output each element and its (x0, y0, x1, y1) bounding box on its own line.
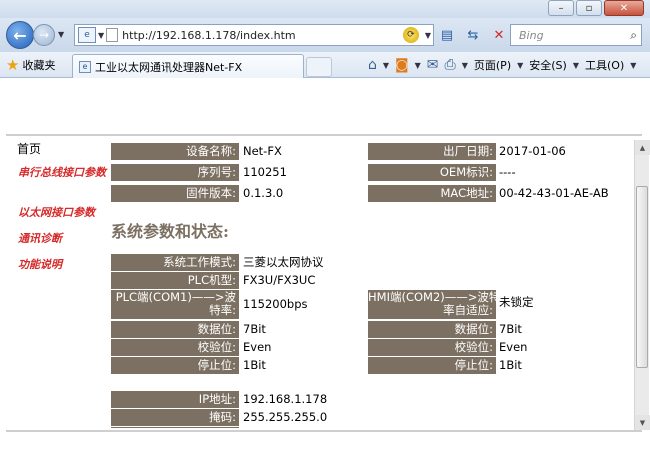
stopbits-label-com2: 停止位: (368, 357, 496, 374)
refresh-icon[interactable]: ⇆ (464, 26, 482, 44)
parity-label-com1: 校验位: (111, 339, 239, 356)
ip-value: 192.168.1.178 (243, 392, 328, 406)
safety-dropdown-icon[interactable]: ▼ (573, 61, 579, 70)
forward-arrow-icon[interactable]: → (33, 24, 55, 46)
url-text[interactable]: http://192.168.1.178/index.htm (122, 29, 403, 42)
rss-dropdown-icon[interactable]: ▼ (415, 61, 421, 70)
search-box[interactable]: Bing ⌕ (510, 24, 642, 46)
scroll-thumb[interactable] (636, 186, 648, 368)
mail-icon[interactable]: ✉ (427, 57, 439, 73)
mask-value: 255.255.255.0 (243, 410, 328, 424)
databits-label-com2: 数据位: (368, 321, 496, 338)
serial-label: 序列号: (111, 164, 239, 181)
tab-site-icon: e (79, 60, 91, 73)
scroll-down-icon[interactable]: ▼ (635, 415, 650, 430)
command-bar: ⌂ ▼ ◙ ▼ ✉ ⎙ ▼ 页面(P) ▼ 安全(S) ▼ 工具(O) ▼ (368, 57, 636, 73)
print-icon[interactable]: ⎙ (445, 57, 456, 73)
device-name-value: Net-FX (243, 144, 282, 158)
browser-tab[interactable]: e 工业以太网通讯处理器Net-FX (72, 54, 304, 78)
firmware-value: 0.1.3.0 (243, 186, 284, 200)
sidebar-home[interactable]: 首页 (17, 140, 41, 157)
page-dropdown-icon[interactable]: ▼ (517, 61, 523, 70)
stop-icon[interactable]: ✕ (490, 26, 508, 44)
search-input[interactable]: Bing (519, 29, 630, 42)
parity-value-com2: Even (499, 340, 528, 354)
status-section-title: 系统参数和状态: (111, 222, 229, 241)
nav-icon-group: ▤ ⇆ ✕ (438, 26, 508, 44)
navigation-bar: ← → ▼ e ▼ http://192.168.1.178/index.htm… (0, 18, 650, 52)
favorites-label: 收藏夹 (22, 59, 56, 72)
plc-model-value: FX3U/FX3UC (243, 273, 316, 287)
work-mode-label: 系统工作模式: (111, 254, 239, 271)
sidebar-item-serial-params[interactable]: 串行总线接口参数 (18, 166, 108, 179)
minimize-button[interactable]: – (548, 0, 574, 16)
stopbits-label-com1: 停止位: (111, 357, 239, 374)
oem-value: ---- (499, 165, 516, 179)
page-icon (106, 28, 119, 42)
device-name-label: 设备名称: (111, 143, 239, 160)
firmware-label: 固件版本: (111, 185, 239, 202)
serial-value: 110251 (243, 165, 287, 179)
com1-baud-label: PLC端(COM1)——>波 特率: (111, 290, 239, 319)
star-icon: ★ (6, 56, 20, 74)
body-frame: 首页 串行总线接口参数 以太网接口参数 通讯诊断 功能说明 设备名称: Net-… (6, 138, 632, 428)
menu-safety[interactable]: 安全(S) (529, 57, 567, 73)
new-tab-button[interactable] (306, 57, 332, 77)
sidebar-item-function-desc[interactable]: 功能说明 (18, 258, 62, 271)
ip-label: IP地址: (111, 391, 239, 408)
window-titlebar: – ▫ ✕ (0, 0, 650, 18)
url-dropdown-icon[interactable]: ▼ (425, 31, 431, 40)
history-dropdown-icon[interactable]: ▼ (58, 30, 64, 39)
mac-label: MAC地址: (368, 185, 496, 202)
favorites-button[interactable]: ★ 收藏夹 (6, 56, 55, 74)
work-mode-value: 三菱以太网协议 (243, 255, 324, 269)
stopbits-value-com1: 1Bit (243, 358, 266, 372)
parity-value-com1: Even (243, 340, 272, 354)
menu-tools[interactable]: 工具(O) (585, 57, 624, 73)
factory-date-label: 出厂日期: (368, 143, 496, 160)
parity-label-com2: 校验位: (368, 339, 496, 356)
address-dropdown-icon[interactable]: ▼ (98, 31, 104, 40)
search-icon[interactable]: ⌕ (630, 28, 637, 43)
maximize-button[interactable]: ▫ (576, 0, 602, 16)
oem-label: OEM标识: (368, 164, 496, 181)
scroll-up-icon[interactable]: ▲ (635, 140, 650, 155)
tools-dropdown-icon[interactable]: ▼ (630, 61, 636, 70)
menu-page[interactable]: 页面(P) (474, 57, 511, 73)
close-button[interactable]: ✕ (604, 0, 644, 16)
address-bar[interactable]: e ▼ http://192.168.1.178/index.htm ⟳ ▼ (74, 24, 434, 46)
top-frame (6, 78, 642, 136)
page-content: 首页 串行总线接口参数 以太网接口参数 通讯诊断 功能说明 设备名称: Net-… (0, 78, 650, 451)
mac-value: 00-42-43-01-AE-AB (499, 186, 609, 200)
com1-baud-value: 115200bps (243, 297, 308, 311)
databits-label-com1: 数据位: (111, 321, 239, 338)
mask-label: 掩码: (111, 409, 239, 426)
sidebar-item-diagnostics[interactable]: 通讯诊断 (18, 232, 62, 245)
databits-value-com2: 7Bit (499, 322, 522, 336)
sidebar-item-ethernet-params[interactable]: 以太网接口参数 (18, 206, 95, 219)
com2-baud-label: HMI端(COM2)——>波特 率自适应: (368, 290, 500, 319)
favorites-bar: ★ 收藏夹 e 工业以太网通讯处理器Net-FX ⌂ ▼ ◙ ▼ ✉ ⎙ ▼ 页… (0, 52, 650, 78)
stopbits-value-com2: 1Bit (499, 358, 522, 372)
databits-value-com1: 7Bit (243, 322, 266, 336)
feed-page-icon[interactable]: ▤ (438, 26, 456, 44)
bottom-frame-divider (6, 430, 642, 432)
factory-date-value: 2017-01-06 (499, 144, 566, 158)
window-controls: – ▫ ✕ (548, 0, 644, 16)
com2-baud-value: 未锁定 (499, 295, 534, 309)
site-icon: e (78, 27, 96, 43)
partial-row-label (111, 427, 239, 428)
back-arrow-icon[interactable]: ← (6, 21, 34, 49)
com1-label-line2: 特率: (209, 303, 236, 317)
home-dropdown-icon[interactable]: ▼ (383, 61, 389, 70)
compatibility-icon[interactable]: ⟳ (402, 27, 419, 43)
rss-icon[interactable]: ◙ (395, 57, 409, 73)
print-dropdown-icon[interactable]: ▼ (462, 61, 468, 70)
com2-label-line2: 率自适应: (443, 303, 493, 317)
vertical-scrollbar[interactable]: ▲ ▼ (634, 140, 650, 430)
plc-model-label: PLC机型: (111, 272, 239, 289)
tab-title: 工业以太网通讯处理器Net-FX (95, 60, 243, 74)
home-icon[interactable]: ⌂ (368, 57, 377, 73)
